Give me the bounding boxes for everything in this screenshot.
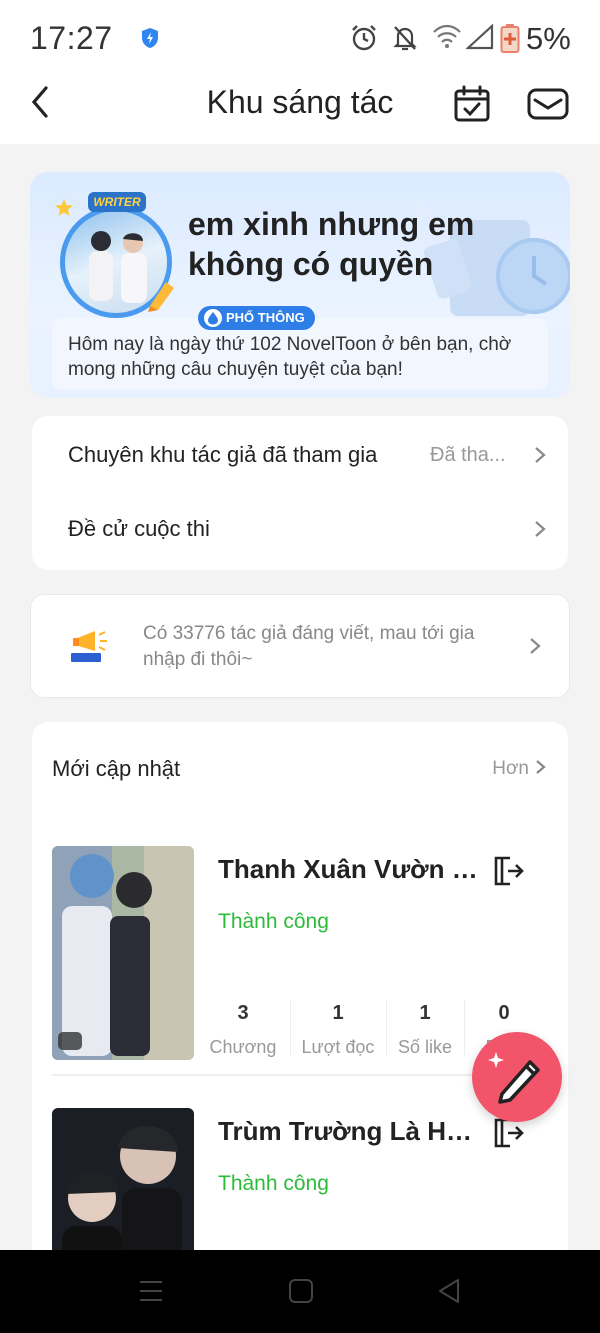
pen-nib-icon	[148, 282, 174, 312]
stat-label: Số like	[397, 1037, 453, 1057]
book-cover	[52, 846, 194, 1060]
menu-item-label: Đề cử cuộc thi	[68, 516, 210, 541]
signal-icon	[466, 24, 494, 50]
book-title: Trùm Trường Là Hôn...	[218, 1116, 486, 1146]
menu-item-value: Đã tha...	[430, 444, 506, 466]
author-username: em xinh nhưng em không có quyền	[188, 206, 475, 282]
battery-percentage: 5%	[526, 21, 571, 56]
battery-icon	[500, 24, 520, 53]
menu-item-label: Chuyên khu tác giả đã tham gia	[68, 442, 378, 467]
write-fab-button[interactable]	[472, 1032, 562, 1122]
pencil-icon	[488, 1052, 540, 1104]
author-profile-card: WRITER em xinh nhưng em không có quyền H…	[30, 172, 570, 398]
stat-label: Chương	[209, 1037, 277, 1057]
stat-number: 1	[419, 1002, 431, 1024]
writer-badge: WRITER	[88, 192, 146, 212]
book-cover-image	[52, 846, 194, 1060]
stat-number: 1	[332, 1002, 344, 1024]
tier-badge: PHỔ THÔNG	[198, 306, 315, 330]
megaphone-icon	[71, 631, 107, 662]
chevron-right-icon	[536, 760, 546, 774]
stat-label: Lượt đọc	[301, 1037, 375, 1057]
stat-likes: 1 Số like	[388, 996, 462, 1060]
book-title: Thanh Xuân Vườn Tr...	[218, 854, 486, 884]
chevron-right-icon	[530, 638, 541, 654]
home-nav-icon[interactable]	[286, 1276, 316, 1306]
export-icon[interactable]	[490, 854, 524, 888]
book-item[interactable]: Thanh Xuân Vườn Tr... Thành công 3 Chươn…	[52, 846, 552, 1060]
menu-nav-icon[interactable]	[136, 1276, 166, 1306]
stat-reads: 1 Lượt đọc	[292, 996, 384, 1060]
top-app-bar: Khu sáng tác	[0, 76, 600, 144]
chevron-right-icon	[535, 447, 546, 463]
tier-label: PHỔ THÔNG	[226, 310, 305, 325]
stat-divider	[464, 1000, 465, 1056]
stat-number: 0	[498, 1002, 510, 1024]
mail-icon[interactable]	[526, 84, 570, 124]
section-title: Mới cập nhật	[52, 756, 181, 781]
chevron-right-icon	[535, 521, 546, 537]
menu-item-joined-zones[interactable]: Chuyên khu tác giả đã tham gia Đã tha...	[32, 424, 568, 484]
avatar[interactable]: WRITER	[52, 192, 182, 322]
water-drop-icon	[204, 309, 222, 327]
calendar-check-icon[interactable]	[452, 84, 492, 124]
back-nav-icon[interactable]	[434, 1276, 464, 1306]
more-label: Hơn	[492, 758, 529, 779]
status-bar: 17:27 5%	[0, 0, 600, 76]
star-icon	[55, 199, 73, 216]
system-navigation-bar	[0, 1250, 600, 1333]
stat-chapters: 3 Chương	[198, 996, 288, 1060]
status-time: 17:27	[30, 20, 113, 56]
book-status: Thành công	[218, 910, 329, 933]
menu-card: Chuyên khu tác giả đã tham gia Đã tha...…	[32, 416, 568, 570]
wifi-icon	[433, 24, 461, 48]
bell-off-icon	[393, 26, 417, 51]
recent-updates-section: Mới cập nhật Hơn Thanh Xuân Vườn Tr... T…	[32, 722, 568, 1322]
book-status: Thành công	[218, 1172, 329, 1195]
stat-divider	[290, 1000, 291, 1056]
menu-item-contest-nomination[interactable]: Đề cử cuộc thi	[32, 498, 568, 558]
more-link[interactable]: Hơn	[492, 758, 546, 780]
alarm-icon	[352, 25, 376, 51]
stat-divider	[386, 1000, 387, 1056]
notice-text: Có 33776 tác giả đáng viết, mau tới gia …	[143, 623, 475, 670]
shield-icon	[142, 28, 158, 48]
page-title: Khu sáng tác	[206, 84, 394, 120]
stat-number: 3	[237, 1002, 249, 1024]
authors-notice-banner[interactable]: Có 33776 tác giả đáng viết, mau tới gia …	[30, 594, 570, 698]
